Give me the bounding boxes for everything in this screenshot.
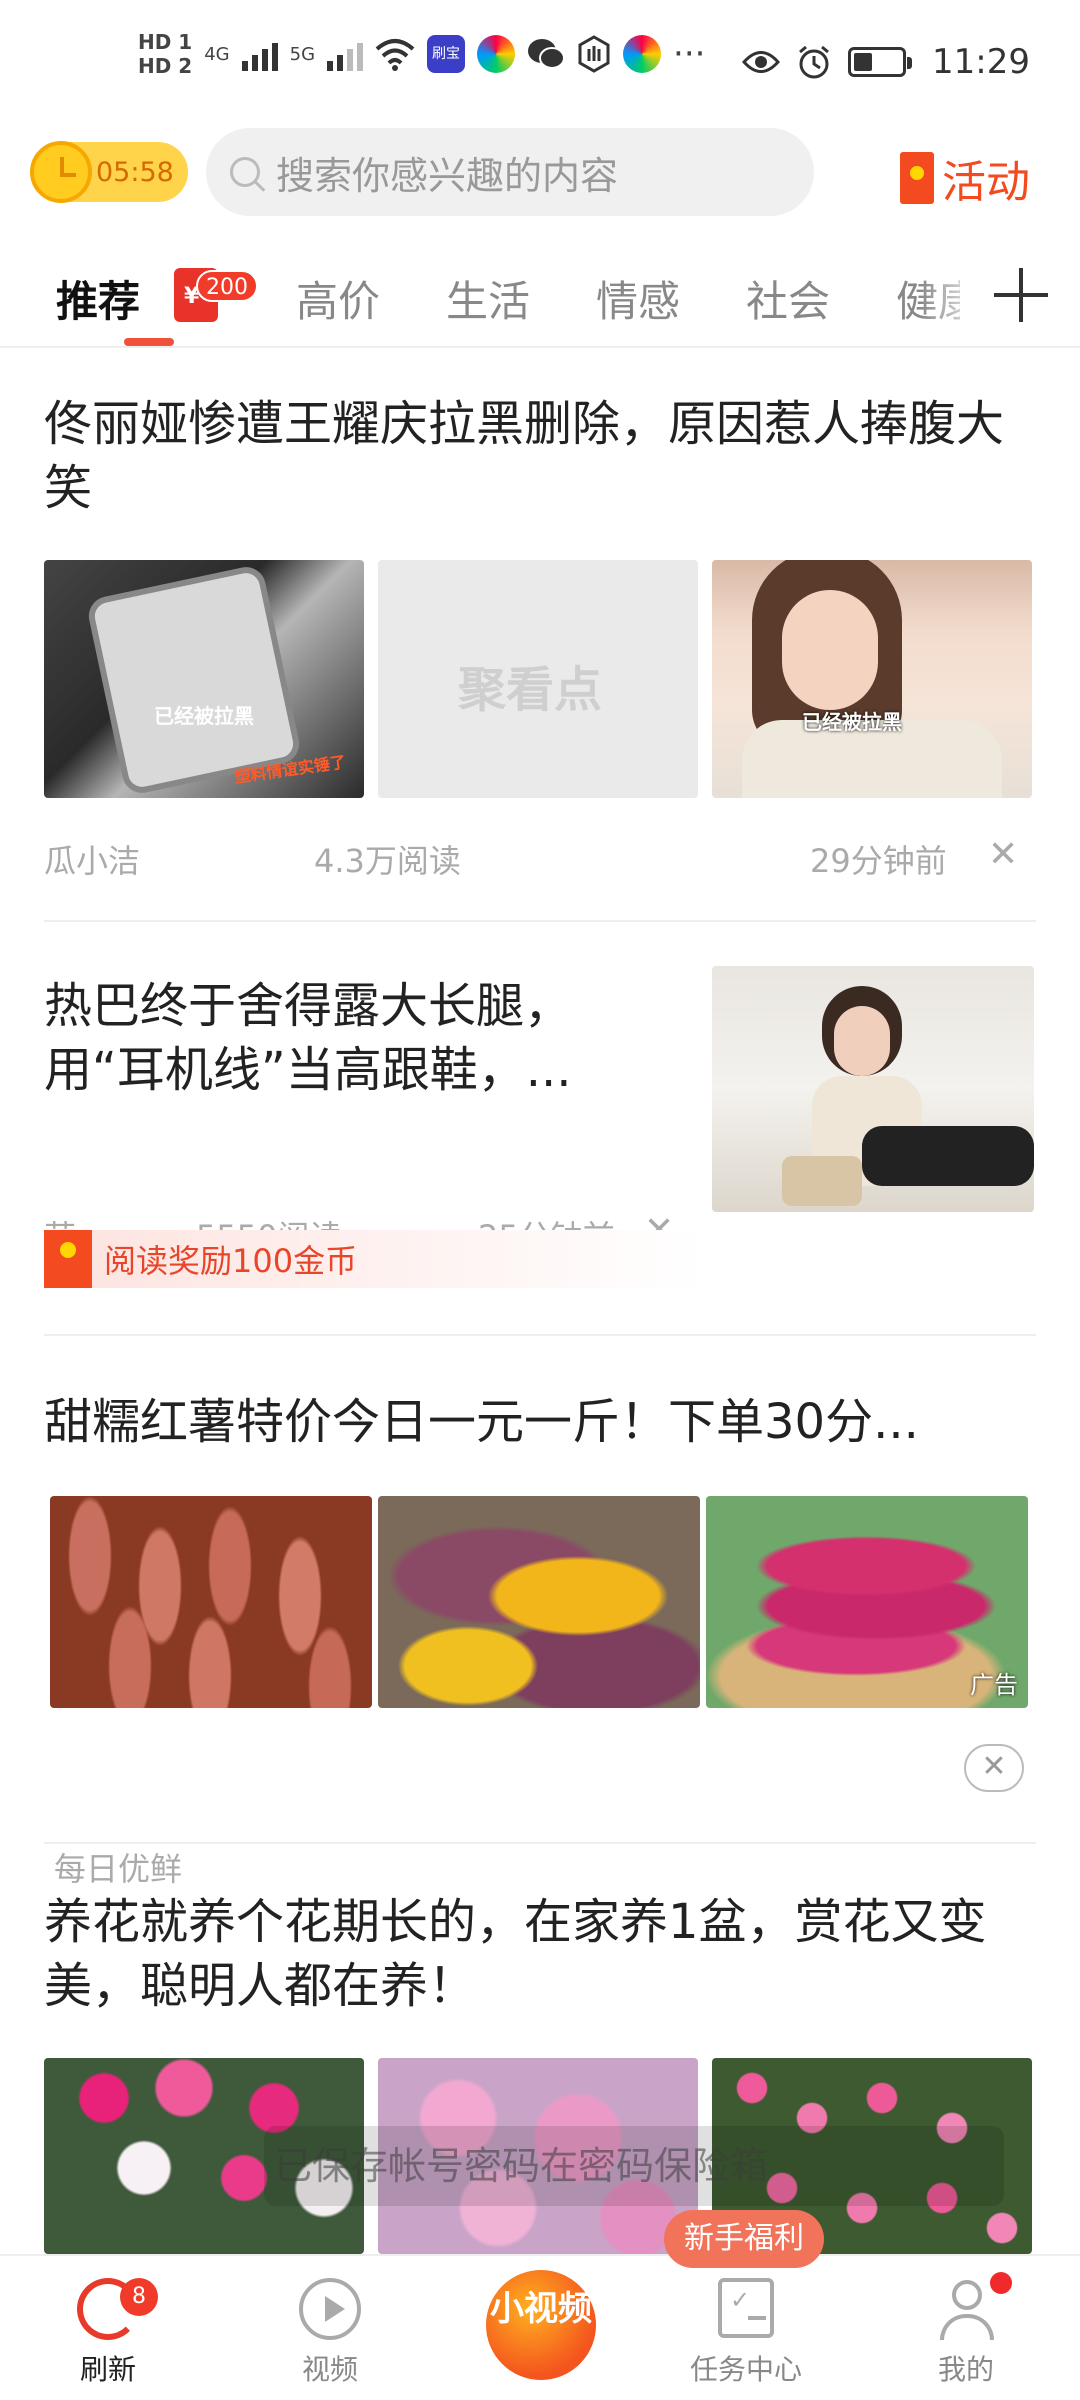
eye-icon — [742, 51, 781, 73]
tab-society[interactable]: 社会 — [746, 268, 830, 329]
red-packet-badge: 200 — [196, 270, 258, 302]
news-thumbnail-placeholder[interactable]: 聚看点 — [378, 560, 698, 798]
play-icon — [299, 2278, 361, 2340]
colorful-app-icon-2 — [623, 35, 662, 73]
tab-life[interactable]: 生活 — [446, 268, 530, 329]
news-thumbnail-woman[interactable] — [712, 966, 1034, 1212]
more-notifications-icon: ··· — [673, 34, 706, 74]
placeholder-watermark: 聚看点 — [458, 662, 603, 718]
wifi-icon — [375, 39, 415, 71]
clock-time: 11:29 — [932, 42, 1030, 82]
ad-source: 每日优鲜 — [54, 1850, 183, 1888]
nav-tasks-label: 任务中心 — [689, 2353, 802, 2386]
portrait-face — [782, 590, 878, 710]
dismiss-icon[interactable]: ✕ — [988, 834, 1018, 875]
nav-refresh[interactable]: 8 刷新 — [28, 2256, 188, 2400]
sweet-potato-image-1[interactable] — [50, 1496, 372, 1708]
newbie-benefit-badge[interactable]: 新手福利 — [664, 2210, 824, 2268]
woman-pants — [862, 1126, 1034, 1186]
app-header: 05:58 搜索你感兴趣的内容 活动 — [0, 120, 1080, 220]
woman-bag — [782, 1156, 862, 1206]
ad-images[interactable]: 广告 — [50, 1496, 1042, 1708]
wechat-icon — [528, 39, 566, 69]
profile-icon — [938, 2278, 994, 2340]
red-envelope-icon — [900, 152, 934, 204]
network-4g-label: 4G — [204, 43, 230, 65]
nav-me-label: 我的 — [937, 2353, 994, 2386]
nav-small-video-button[interactable]: 小视频 — [482, 2266, 600, 2384]
active-tab-indicator — [124, 338, 174, 346]
signal-icon — [241, 37, 278, 71]
sweet-potato-image-2[interactable] — [378, 1496, 700, 1708]
app-notification-icon: 刷宝 — [427, 35, 466, 73]
activity-button[interactable]: 活动 — [900, 146, 1030, 210]
tab-recommend[interactable]: 推荐 — [56, 268, 140, 329]
reading-reward-banner[interactable]: 阅读奖励100金币 — [44, 1230, 704, 1288]
divider — [44, 1334, 1036, 1336]
tab-high-price[interactable]: 高价 — [296, 268, 380, 329]
ad-label: 广告 — [970, 1671, 1018, 1699]
status-bar: HD 1 HD 2 4G 5G 刷宝 ··· 11:29 — [0, 0, 1080, 120]
battery-icon — [848, 47, 913, 77]
sim-indicator: HD 1 HD 2 — [138, 30, 192, 78]
image-caption: 已经被拉黑 — [154, 704, 254, 728]
sim1-label: HD 1 — [138, 30, 193, 54]
signal-icon-2 — [327, 37, 364, 71]
news-reads: 4.3万阅读 — [314, 842, 461, 880]
news-time: 29分钟前 — [810, 842, 947, 880]
tab-fade — [920, 248, 990, 344]
password-saved-toast: 已保存帐号密码在密码保险箱 — [264, 2126, 1004, 2206]
reward-text: 阅读奖励100金币 — [104, 1242, 358, 1280]
category-tabs: 推荐 200 高价 生活 情感 社会 健康 — [0, 248, 1080, 348]
refresh-badge: 8 — [120, 2278, 158, 2316]
nav-video-label: 视频 — [301, 2353, 358, 2386]
sweet-potato-image-3[interactable]: 广告 — [706, 1496, 1028, 1708]
hand-icon — [578, 35, 610, 73]
news-title[interactable]: 热巴终于舍得露大长腿，用“耳机线”当高跟鞋，... — [44, 974, 644, 1102]
me-notification-dot — [990, 2272, 1012, 2294]
task-checklist-icon — [718, 2278, 774, 2338]
ad-close-button[interactable]: ✕ — [964, 1744, 1024, 1792]
timer-clock-icon — [30, 141, 92, 203]
news-title[interactable]: 养花就养个花期长的，在家养1盆，赏花又变美，聪明人都在养！ — [44, 1890, 1036, 2018]
ad-item[interactable]: 甜糯红薯特价今日一元一斤！下单30分... — [44, 1390, 1036, 1454]
red-envelope-icon — [44, 1230, 92, 1288]
sim2-label: HD 2 — [138, 54, 193, 78]
news-title[interactable]: 佟丽娅惨遭王耀庆拉黑删除，原因惹人捧腹大笑 — [44, 392, 1036, 520]
search-input[interactable]: 搜索你感兴趣的内容 — [206, 128, 814, 216]
news-item-1-meta: 瓜小洁 4.3万阅读 29分钟前 ✕ — [44, 834, 1036, 886]
woman-face — [834, 1006, 890, 1076]
news-author: 瓜小洁 — [44, 842, 141, 880]
ad-meta: 每日优鲜 — [54, 1844, 1046, 1894]
colorful-app-icon — [477, 35, 516, 73]
nav-refresh-label: 刷新 — [79, 2353, 136, 2386]
nav-me[interactable]: 我的 — [886, 2256, 1046, 2400]
image-caption-3: 已经被拉黑 — [802, 710, 902, 734]
reading-timer-button[interactable]: 05:58 — [30, 141, 188, 203]
divider — [44, 920, 1036, 922]
activity-label: 活动 — [942, 157, 1030, 208]
timer-value: 05:58 — [96, 156, 174, 188]
search-placeholder: 搜索你感兴趣的内容 — [276, 153, 619, 198]
news-item-1[interactable]: 佟丽娅惨遭王耀庆拉黑删除，原因惹人捧腹大笑 — [44, 392, 1036, 520]
news-item-2[interactable]: 热巴终于舍得露大长腿，用“耳机线”当高跟鞋，... — [44, 974, 644, 1102]
nav-video[interactable]: 视频 — [250, 2256, 410, 2400]
add-channel-icon[interactable] — [994, 268, 1048, 322]
nav-tasks[interactable]: 任务中心 — [666, 2256, 826, 2400]
news-item-1-images[interactable]: 已经被拉黑 塑料情谊实锤了 聚看点 已经被拉黑 — [44, 560, 1036, 798]
alarm-icon — [799, 45, 829, 79]
tab-emotion[interactable]: 情感 — [596, 268, 680, 329]
search-icon — [230, 157, 260, 187]
news-thumbnail-phone[interactable]: 已经被拉黑 塑料情谊实锤了 — [44, 560, 364, 798]
divider — [44, 1842, 1036, 1844]
network-5g-label: 5G — [289, 43, 316, 65]
news-thumbnail-portrait[interactable]: 已经被拉黑 — [712, 560, 1032, 798]
news-item-4[interactable]: 养花就养个花期长的，在家养1盆，赏花又变美，聪明人都在养！ — [44, 1890, 1036, 2018]
ad-title[interactable]: 甜糯红薯特价今日一元一斤！下单30分... — [44, 1390, 1036, 1454]
